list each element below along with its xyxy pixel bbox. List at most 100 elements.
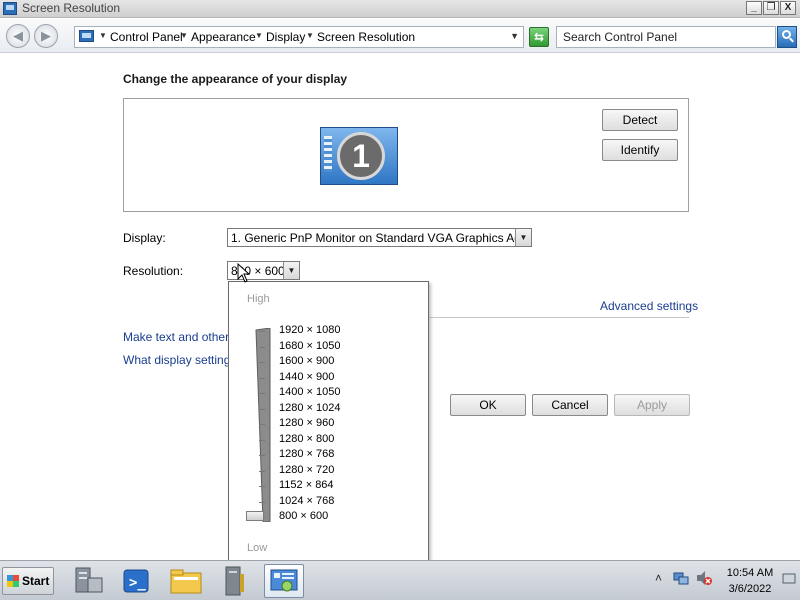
resolution-option[interactable]: 1280 × 720 xyxy=(259,464,409,478)
taskbar-clock[interactable]: 10:54 AM 3/6/2022 xyxy=(722,565,778,597)
breadcrumb-display[interactable]: Display xyxy=(266,30,305,44)
resolution-option[interactable]: 1280 × 768 xyxy=(259,448,409,462)
clock-date: 3/6/2022 xyxy=(728,583,772,595)
network-icon[interactable] xyxy=(673,570,689,589)
advanced-settings-link[interactable]: Advanced settings xyxy=(600,299,698,313)
mouse-cursor-icon xyxy=(237,263,251,283)
resolution-option[interactable]: 1280 × 1024 xyxy=(259,402,409,416)
resolution-option-label: 1024 × 768 xyxy=(279,494,335,507)
resolution-option[interactable]: 1600 × 900 xyxy=(259,355,409,369)
apply-button[interactable]: Apply xyxy=(614,394,690,416)
breadcrumb-chevron-icon[interactable]: ▼ xyxy=(306,31,314,40)
display-app-icon xyxy=(3,2,17,15)
resolution-option[interactable]: 1152 × 864 xyxy=(259,479,409,493)
monitor-1-icon[interactable]: 1 xyxy=(320,127,398,185)
chevron-down-icon[interactable]: ▼ xyxy=(283,262,299,279)
slider-tick xyxy=(259,486,265,487)
breadcrumb-chevron-icon[interactable]: ▼ xyxy=(255,31,263,40)
explorer-icon[interactable] xyxy=(166,564,206,598)
slider-tick xyxy=(259,455,265,456)
breadcrumb-chevron-icon[interactable]: ▼ xyxy=(180,31,188,40)
identify-button[interactable]: Identify xyxy=(602,139,678,161)
resolution-option-label: 1280 × 768 xyxy=(279,448,335,460)
address-history-dropdown-icon[interactable]: ▼ xyxy=(510,31,519,41)
resolution-option-label: 1920 × 1080 xyxy=(279,324,341,336)
page-heading: Change the appearance of your display xyxy=(123,72,348,86)
resolution-slider-thumb[interactable] xyxy=(246,511,264,521)
address-bar[interactable]: ▼ Control Panel ▼ Appearance ▼ Display ▼… xyxy=(74,26,524,48)
slider-tick xyxy=(259,424,265,425)
breadcrumb-chevron-icon[interactable]: ▼ xyxy=(99,31,107,40)
resolution-option[interactable]: 1280 × 800 xyxy=(259,433,409,447)
low-label: Low xyxy=(247,542,268,554)
detect-button[interactable]: Detect xyxy=(602,109,678,131)
high-label: High xyxy=(247,293,270,305)
chevron-down-icon[interactable]: ▼ xyxy=(515,229,531,246)
resolution-option[interactable]: 1400 × 1050 xyxy=(259,386,409,400)
resolution-option-label: 1280 × 800 xyxy=(279,432,335,445)
slider-tick xyxy=(259,346,265,348)
breadcrumb-control-panel[interactable]: Control Panel xyxy=(110,30,183,44)
window-title: Screen Resolution xyxy=(22,1,121,15)
slider-tick xyxy=(259,470,265,472)
svg-text:>_: >_ xyxy=(129,575,146,591)
resolution-option-label: 1680 × 1050 xyxy=(279,339,341,352)
display-select-value: 1. Generic PnP Monitor on Standard VGA G… xyxy=(231,231,532,245)
display-preview-area: 1 Detect Identify xyxy=(123,98,689,212)
taskbar: Start >_ ˄ 10:54 AM 3/6/2022 xyxy=(0,560,800,600)
resolution-option-label: 1440 × 900 xyxy=(279,370,335,383)
resolution-option[interactable]: 800 × 600 xyxy=(259,510,409,524)
tools-icon[interactable] xyxy=(214,564,254,598)
slider-tick xyxy=(259,408,265,410)
powershell-icon[interactable]: >_ xyxy=(116,564,156,598)
resolution-label: Resolution: xyxy=(123,264,184,278)
divider xyxy=(430,317,689,318)
search-icon[interactable] xyxy=(777,26,797,48)
search-input[interactable]: Search Control Panel xyxy=(556,26,776,48)
resolution-option-label: 1400 × 1050 xyxy=(279,386,341,398)
control-panel-location-icon xyxy=(79,30,94,42)
restore-button[interactable]: ❐ xyxy=(763,1,779,15)
volume-muted-icon[interactable] xyxy=(695,570,713,589)
windows-flag-icon xyxy=(7,575,19,587)
control-panel-icon[interactable] xyxy=(264,564,304,598)
back-arrow-icon[interactable]: ◀ xyxy=(6,24,30,48)
resolution-option[interactable]: 1280 × 960 xyxy=(259,417,409,431)
resolution-dropdown-popup: High 1920 × 1080 1680 × 1050 1600 × 900 144… xyxy=(228,281,429,564)
show-hidden-icon[interactable]: ˄ xyxy=(655,571,662,585)
monitor-number: 1 xyxy=(337,132,385,180)
start-label: Start xyxy=(22,574,50,588)
resolution-option[interactable]: 1024 × 768 xyxy=(259,495,409,509)
display-select[interactable]: 1. Generic PnP Monitor on Standard VGA G… xyxy=(227,228,532,247)
resolution-option[interactable]: 1920 × 1080 xyxy=(259,324,409,338)
resolution-option[interactable]: 1440 × 900 xyxy=(259,371,409,385)
slider-tick xyxy=(259,377,265,379)
refresh-icon[interactable]: ⇆ xyxy=(529,27,549,47)
breadcrumb-screen-resolution[interactable]: Screen Resolution xyxy=(317,30,415,44)
resolution-option[interactable]: 1680 × 1050 xyxy=(259,340,409,354)
forward-arrow-icon[interactable]: ▶ xyxy=(34,24,58,48)
slider-tick xyxy=(259,501,265,503)
close-button[interactable]: X xyxy=(780,1,796,15)
cancel-button[interactable]: Cancel xyxy=(532,394,608,416)
resolution-option-label: 1600 × 900 xyxy=(279,355,335,367)
slider-tick xyxy=(259,439,265,441)
breadcrumb-appearance[interactable]: Appearance xyxy=(191,30,256,44)
show-desktop-icon[interactable] xyxy=(782,573,796,588)
slider-tick xyxy=(259,362,265,363)
clock-time: 10:54 AM xyxy=(726,567,774,579)
display-label: Display: xyxy=(123,231,166,245)
resolution-option-label: 1152 × 864 xyxy=(279,479,334,491)
resolution-option-label: 1280 × 960 xyxy=(279,417,335,429)
ok-button[interactable]: OK xyxy=(450,394,526,416)
resolution-option-label: 1280 × 1024 xyxy=(279,401,341,414)
slider-tick xyxy=(259,331,265,332)
start-button[interactable]: Start xyxy=(2,567,54,595)
minimize-button[interactable]: _ xyxy=(746,1,762,15)
slider-tick xyxy=(259,393,265,394)
resolution-option-label: 800 × 600 xyxy=(279,510,329,522)
server-manager-icon[interactable] xyxy=(68,564,108,598)
navigation-bar: ◀ ▶ ▼ Control Panel ▼ Appearance ▼ Displ… xyxy=(0,19,800,53)
title-bar: Screen Resolution _ ❐ X xyxy=(0,0,800,18)
resolution-option-label: 1280 × 720 xyxy=(279,463,335,476)
